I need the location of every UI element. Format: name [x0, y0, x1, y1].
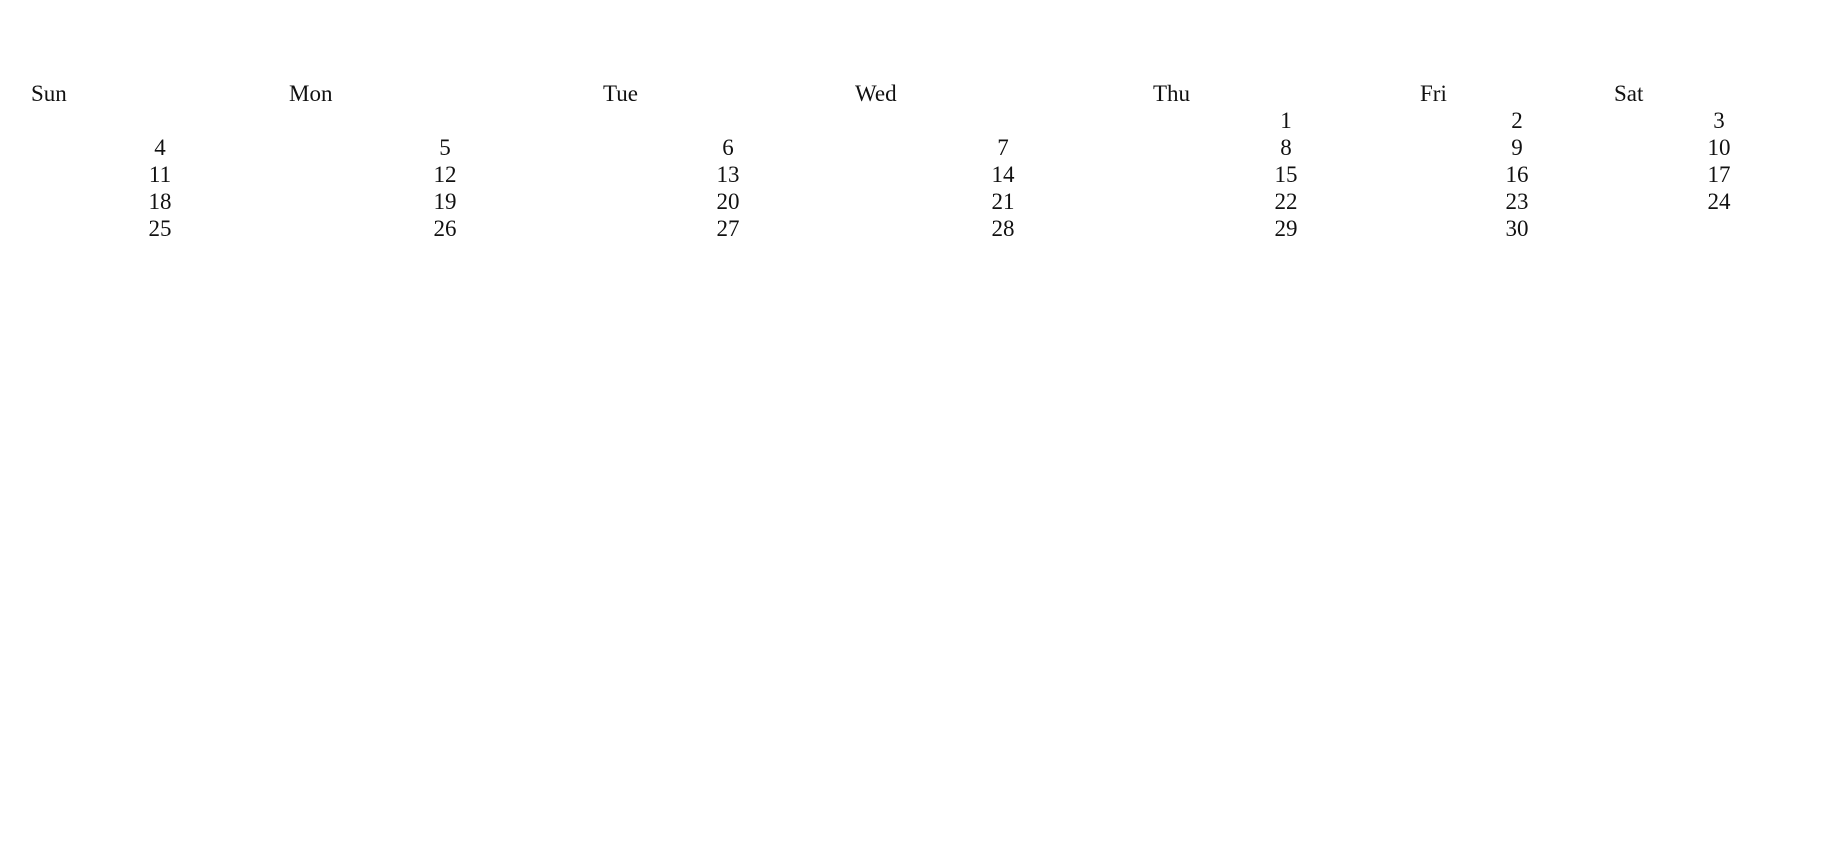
weekday-sun: Sun — [31, 81, 67, 106]
date-cell-wed: 14 — [991, 162, 1015, 187]
date-cell-fri: 2 — [1511, 108, 1523, 133]
date-cell-sat: 17 — [1707, 162, 1731, 187]
date-cell-mon: 19 — [433, 189, 457, 214]
weekday-sat: Sat — [1614, 81, 1644, 106]
date-cell-wed: 21 — [991, 189, 1015, 214]
date-cell-wed: 7 — [997, 135, 1009, 160]
date-cell-tue: 27 — [716, 216, 740, 241]
date-cell-sun: 4 — [154, 135, 166, 160]
date-cell-tue: 6 — [722, 135, 734, 160]
date-cell-tue: 13 — [716, 162, 740, 187]
calendar: Sun Mon Tue Wed Thu Fri Sat 1 2 3 4 5 6 7 8 9 10 1… — [0, 0, 1824, 867]
weekday-mon: Mon — [289, 81, 333, 106]
date-cell-fri: 30 — [1505, 216, 1529, 241]
date-cell-thu: 1 — [1280, 108, 1292, 133]
date-cell-thu: 15 — [1274, 162, 1298, 187]
date-cell-sun: 25 — [148, 216, 172, 241]
date-cell-mon: 5 — [439, 135, 451, 160]
date-cell-thu: 22 — [1274, 189, 1298, 214]
weekday-tue: Tue — [603, 81, 638, 106]
date-cell-thu: 29 — [1274, 216, 1298, 241]
date-cell-thu: 8 — [1280, 135, 1292, 160]
weekday-wed: Wed — [855, 81, 897, 106]
date-cell-fri: 23 — [1505, 189, 1529, 214]
date-cell-sat: 10 — [1707, 135, 1731, 160]
date-cell-mon: 26 — [433, 216, 457, 241]
weekday-fri: Fri — [1420, 81, 1447, 106]
date-cell-sun: 11 — [148, 162, 172, 187]
date-cell-sat: 3 — [1713, 108, 1725, 133]
date-cell-wed: 28 — [991, 216, 1015, 241]
date-cell-sun: 18 — [148, 189, 172, 214]
date-cell-sat: 24 — [1707, 189, 1731, 214]
date-cell-mon: 12 — [433, 162, 457, 187]
date-cell-fri: 9 — [1511, 135, 1523, 160]
date-cell-tue: 20 — [716, 189, 740, 214]
date-cell-fri: 16 — [1505, 162, 1529, 187]
weekday-thu: Thu — [1153, 81, 1191, 106]
